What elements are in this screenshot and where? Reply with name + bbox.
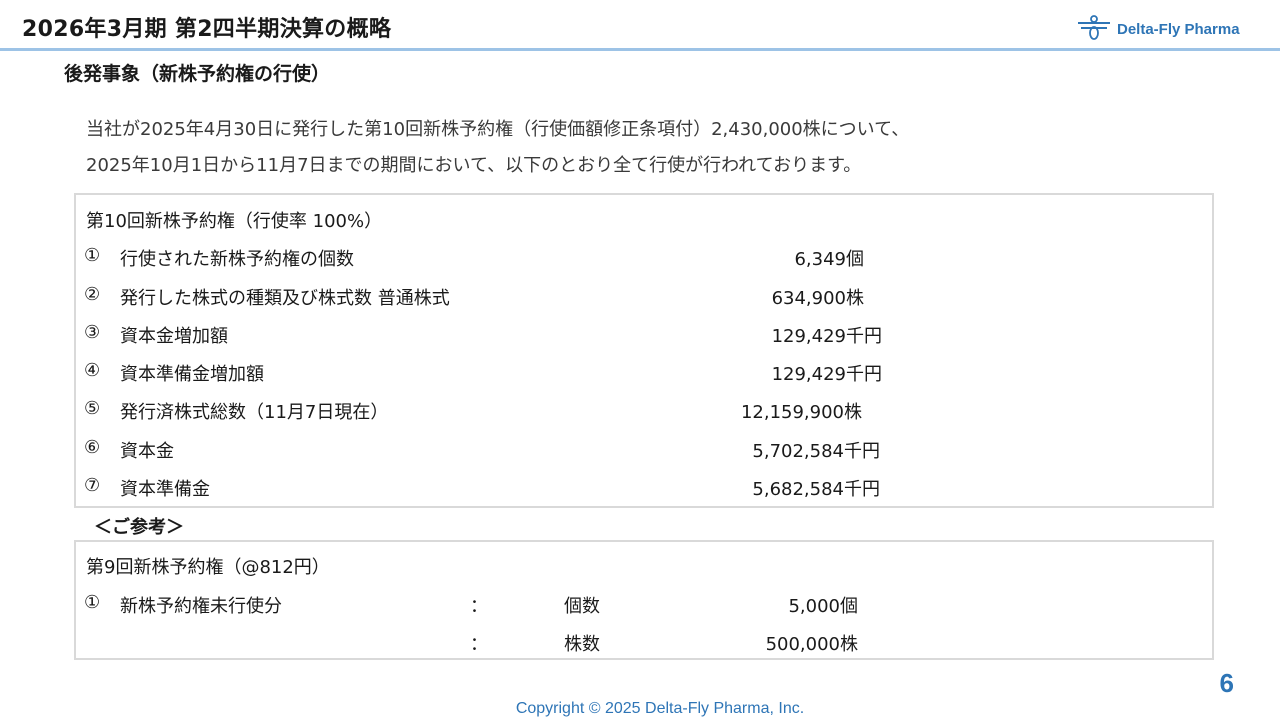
row-value: 634,900株 [771, 288, 864, 309]
row-marker: ③ [84, 322, 101, 343]
row-marker: ④ [84, 360, 101, 381]
row-unit-label: 個数 [564, 596, 600, 617]
row-value: 129,429千円 [771, 326, 882, 347]
row-value: 5,000個 [788, 596, 858, 617]
row-marker: ① [84, 592, 101, 613]
row-colon: ： [470, 634, 488, 655]
row-label: 資本準備金 [120, 479, 210, 500]
row-marker: ⑦ [84, 475, 101, 496]
row-marker: ⑥ [84, 437, 101, 458]
row-unit-label: 株数 [564, 634, 600, 655]
row-value: 6,349個 [794, 249, 864, 270]
row-label: 発行した株式の種類及び株式数 普通株式 [120, 288, 450, 309]
intro-line: 2025年10月1日から11月7日までの期間において、以下のとおり全て行使が行わ… [86, 155, 862, 176]
row-label: 資本金 [120, 441, 174, 462]
box-title: 第9回新株予約権（@812円） [86, 557, 330, 578]
row-value: 500,000株 [765, 634, 858, 655]
header-divider [0, 48, 1280, 51]
row-label: 資本準備金増加額 [120, 364, 264, 385]
row-value: 5,682,584千円 [752, 479, 880, 500]
row-label: 資本金増加額 [120, 326, 228, 347]
row-colon: ： [470, 596, 488, 617]
intro-line: 当社が2025年4月30日に発行した第10回新株予約権（行使価額修正条項付）2,… [86, 119, 910, 140]
reference-label: ＜ご参考＞ [94, 517, 184, 538]
row-marker: ② [84, 284, 101, 305]
row-marker: ① [84, 245, 101, 266]
dragonfly-icon [1078, 15, 1110, 40]
row-label: 発行済株式総数（11月7日現在） [120, 402, 389, 423]
page-title: 2026年3月期 第2四半期決算の概略 [22, 17, 392, 42]
exercise-details-box [74, 193, 1214, 508]
row-label: 行使された新株予約権の個数 [120, 249, 354, 270]
row-label: 新株予約権未行使分 [120, 596, 282, 617]
row-value: 12,159,900株 [740, 402, 862, 423]
box-title: 第10回新株予約権（行使率 100%） [86, 211, 383, 232]
row-value: 129,429千円 [771, 364, 882, 385]
row-value: 5,702,584千円 [752, 441, 880, 462]
company-logo: Delta-Fly Pharma [1076, 12, 1240, 46]
row-marker: ⑤ [84, 398, 101, 419]
logo-text: Delta-Fly Pharma [1117, 20, 1240, 38]
section-heading: 後発事象（新株予約権の行使） [64, 63, 331, 85]
page-number: 6 [1219, 668, 1234, 698]
copyright-text: Copyright © 2025 Delta-Fly Pharma, Inc. [515, 700, 805, 717]
